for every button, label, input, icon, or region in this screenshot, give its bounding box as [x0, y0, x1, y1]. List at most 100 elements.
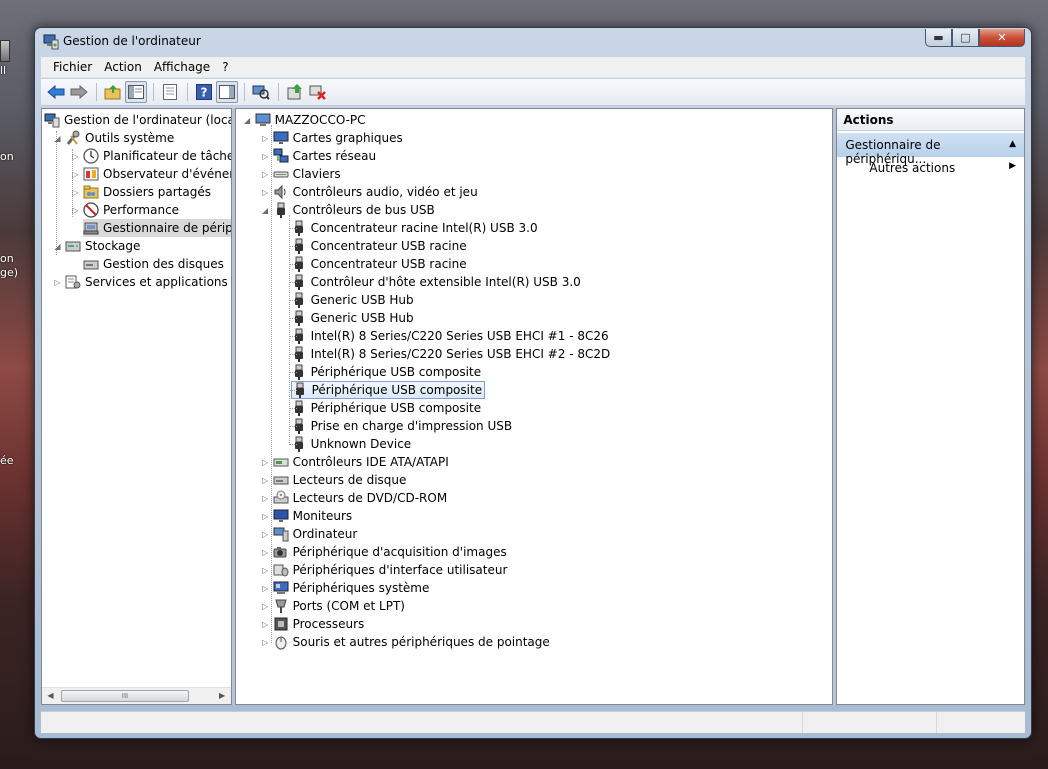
collapse-triangle-icon[interactable]: ▲ — [1009, 139, 1016, 149]
usb-device-item[interactable]: Concentrateur USB racine — [291, 237, 467, 255]
usb-device-item[interactable]: Intel(R) 8 Series/C220 Series USB EHCI #… — [291, 345, 610, 363]
expand-arrow-icon[interactable]: ▷ — [260, 170, 271, 179]
device-category[interactable]: ▷ Ordinateur — [260, 525, 357, 543]
actions-section-device-manager[interactable]: Gestionnaire de périphériqu... ▲ — [837, 133, 1024, 166]
tree-guide-line — [288, 215, 290, 445]
device-category[interactable]: ▷ Cartes réseau — [260, 147, 376, 165]
device-category[interactable]: ▷ Lecteurs de disque — [260, 471, 406, 489]
expand-arrow-icon[interactable]: ▷ — [260, 602, 271, 611]
tree-item-performance[interactable]: ▷ Performance — [70, 201, 179, 219]
device-tree-label: Generic USB Hub — [310, 293, 414, 307]
expand-arrow-icon[interactable]: ▷ — [52, 278, 63, 287]
collapse-arrow-icon[interactable]: ◢ — [52, 134, 63, 143]
keyboard-icon — [273, 166, 289, 182]
tree-item-device-manager[interactable]: Gestionnaire de périphé — [83, 219, 231, 237]
device-tree-root[interactable]: ◢ MAZZOCCO-PC — [242, 111, 366, 129]
menu-action[interactable]: Action — [98, 60, 148, 74]
expand-arrow-icon[interactable]: ▷ — [260, 458, 271, 467]
expand-arrow-icon[interactable]: ▷ — [260, 566, 271, 575]
expand-arrow-icon[interactable]: ▷ — [260, 638, 271, 647]
expand-arrow-icon[interactable]: ▷ — [70, 152, 81, 161]
expand-arrow-icon[interactable]: ▷ — [260, 512, 271, 521]
console-tree-icon[interactable] — [125, 81, 147, 103]
menu-fichier[interactable]: Fichier — [47, 60, 98, 74]
menu-affichage[interactable]: Affichage — [148, 60, 216, 74]
collapse-arrow-icon[interactable]: ◢ — [242, 116, 253, 125]
close-button[interactable]: ✕ — [979, 29, 1025, 47]
tree-item-task-scheduler[interactable]: ▷ Planificateur de tâches — [70, 147, 231, 165]
tree-item-services-apps[interactable]: ▷ Services et applications — [52, 273, 227, 291]
device-tree-label: Cartes réseau — [292, 149, 377, 163]
collapse-arrow-icon[interactable]: ◢ — [52, 242, 63, 251]
svg-text:?: ? — [201, 86, 208, 100]
device-category[interactable]: ▷ Contrôleurs audio, vidéo et jeu — [260, 183, 478, 201]
uninstall-icon[interactable] — [307, 81, 329, 103]
expand-arrow-icon[interactable]: ▷ — [260, 494, 271, 503]
device-category[interactable]: ▷ Périphériques système — [260, 579, 429, 597]
tree-item-system-tools[interactable]: ◢ Outils système — [52, 129, 174, 147]
tree-item-shared-folders[interactable]: ▷ Dossiers partagés — [70, 183, 211, 201]
tree-item-event-viewer[interactable]: ▷ Observateur d'événeme — [70, 165, 230, 183]
device-category[interactable]: ▷ Processeurs — [260, 615, 364, 633]
expand-arrow-icon[interactable]: ▷ — [70, 206, 81, 215]
back-arrow-icon[interactable] — [45, 81, 67, 103]
expand-arrow-icon[interactable]: ▷ — [260, 152, 271, 161]
usb-device-item[interactable]: Generic USB Hub — [291, 309, 414, 327]
update-driver-icon[interactable] — [284, 81, 306, 103]
device-category[interactable]: ▷ Cartes graphiques — [260, 129, 403, 147]
desktop-label-fragment: ll — [0, 64, 7, 77]
forward-arrow-icon[interactable] — [68, 81, 90, 103]
scroll-left-arrow-icon[interactable]: ◀ — [42, 688, 59, 704]
device-category[interactable]: ▷ Souris et autres périphériques de point… — [260, 633, 550, 651]
device-category[interactable]: ▷ Périphériques d'interface utilisateur — [260, 561, 507, 579]
expand-arrow-icon[interactable]: ▷ — [260, 188, 271, 197]
menu-help[interactable]: ? — [216, 60, 234, 74]
device-category-usb[interactable]: ◢ Contrôleurs de bus USB — [260, 201, 435, 219]
expand-arrow-icon[interactable]: ▷ — [260, 548, 271, 557]
device-category[interactable]: ▷ Contrôleurs IDE ATA/ATAPI — [260, 453, 449, 471]
expand-arrow-icon[interactable]: ▷ — [260, 530, 271, 539]
maximize-button[interactable]: □ — [952, 29, 979, 47]
usb-device-item[interactable]: Prise en charge d'impression USB — [291, 417, 512, 435]
device-category[interactable]: ▷ Périphérique d'acquisition d'images — [260, 543, 507, 561]
scroll-right-arrow-icon[interactable]: ▶ — [214, 688, 231, 704]
expand-arrow-icon[interactable]: ▷ — [260, 620, 271, 629]
toolbar: ? — [41, 79, 1025, 106]
collapse-arrow-icon[interactable]: ◢ — [260, 206, 271, 215]
minimize-button[interactable]: ▬ — [925, 29, 952, 47]
desktop-label-fragment: ge) — [0, 266, 19, 279]
actions-other-actions[interactable]: Autres actions ▶ — [869, 161, 1024, 179]
device-category[interactable]: ▷ Ports (COM et LPT) — [260, 597, 405, 615]
usb-device-item[interactable]: Concentrateur racine Intel(R) USB 3.0 — [291, 219, 538, 237]
expand-arrow-icon[interactable]: ▷ — [260, 476, 271, 485]
device-tree-label: Ports (COM et LPT) — [292, 599, 405, 613]
properties-icon[interactable] — [159, 81, 181, 103]
device-category[interactable]: ▷ Moniteurs — [260, 507, 352, 525]
device-category[interactable]: ▷ Claviers — [260, 165, 341, 183]
expand-arrow-icon[interactable]: ▷ — [70, 170, 81, 179]
expand-arrow-icon[interactable]: ▷ — [260, 134, 271, 143]
scan-hardware-icon[interactable] — [250, 81, 272, 103]
usb-device-item[interactable]: Generic USB Hub — [291, 291, 414, 309]
scroll-thumb[interactable]: III — [61, 690, 189, 702]
tree-item-disk-management[interactable]: Gestion des disques — [83, 255, 224, 273]
device-category[interactable]: ▷ Lecteurs de DVD/CD-ROM — [260, 489, 447, 507]
show-pane-icon[interactable] — [216, 81, 238, 103]
title-bar[interactable]: Gestion de l'ordinateur ▬ □ ✕ — [35, 28, 1031, 56]
expand-arrow-icon[interactable]: ▷ — [260, 584, 271, 593]
expand-arrow-icon[interactable]: ▷ — [70, 188, 81, 197]
usb-device-item[interactable]: Périphérique USB composite — [291, 399, 481, 417]
usb-device-item[interactable]: Périphérique USB composite — [290, 381, 486, 399]
usb-device-item[interactable]: Concentrateur USB racine — [291, 255, 467, 273]
folder-up-icon[interactable] — [102, 81, 124, 103]
tree-item-storage[interactable]: ◢ Stockage — [52, 237, 140, 255]
usb-device-item[interactable]: Unknown Device — [291, 435, 411, 453]
tree-root[interactable]: Gestion de l'ordinateur (local) — [44, 111, 231, 129]
usb-device-item[interactable]: Contrôleur d'hôte extensible Intel(R) US… — [291, 273, 581, 291]
help-icon[interactable]: ? — [193, 81, 215, 103]
device-tree-label: Generic USB Hub — [310, 311, 414, 325]
usb-device-item[interactable]: Intel(R) 8 Series/C220 Series USB EHCI #… — [291, 327, 609, 345]
actions-item-label: Autres actions — [869, 161, 956, 175]
usb-device-item[interactable]: Périphérique USB composite — [291, 363, 481, 381]
horizontal-scrollbar[interactable]: ◀ III ▶ — [42, 687, 231, 704]
